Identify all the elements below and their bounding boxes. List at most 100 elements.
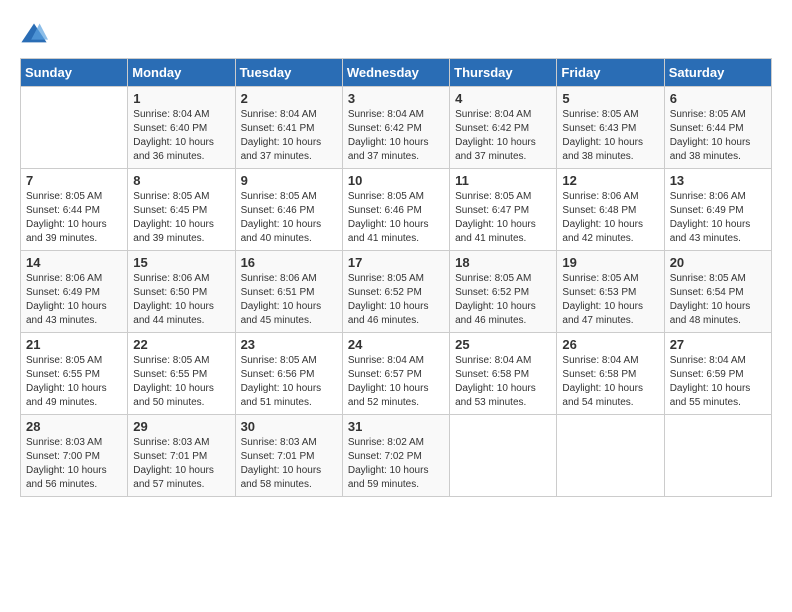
logo [20, 20, 52, 48]
day-number: 2 [241, 91, 337, 106]
calendar-cell: 20Sunrise: 8:05 AMSunset: 6:54 PMDayligh… [664, 251, 771, 333]
calendar-cell: 10 Sunrise: 8:05 AMSunset: 6:46 PMDayligh… [342, 169, 449, 251]
day-number: 19 [562, 255, 658, 270]
day-number: 31 [348, 419, 444, 434]
calendar-cell: 17 Sunrise: 8:05 AMSunset: 6:52 PMDayligh… [342, 251, 449, 333]
calendar-week-row: 14 Sunrise: 8:06 AMSunset: 6:49 PMDayligh… [21, 251, 772, 333]
day-number: 8 [133, 173, 229, 188]
day-info: Sunrise: 8:06 AMSunset: 6:50 PMDaylight:… [133, 272, 229, 328]
day-info: Sunrise: 8:06 AMSunset: 6:48 PMDaylight:… [562, 190, 658, 246]
day-number: 11 [455, 173, 551, 188]
day-info: Sunrise: 8:04 AMSunset: 6:40 PMDaylight:… [133, 108, 229, 164]
calendar-cell: 16 Sunrise: 8:06 AMSunset: 6:51 PMDayligh… [235, 251, 342, 333]
day-info: Sunrise: 8:05 AMSunset: 6:46 PMDaylight:… [348, 190, 444, 246]
day-number: 26 [562, 337, 658, 352]
day-info: Sunrise: 8:03 AMSunset: 7:01 PMDaylight:… [133, 436, 229, 492]
calendar-cell: 23 Sunrise: 8:05 AMSunset: 6:56 PMDayligh… [235, 333, 342, 415]
day-info: Sunrise: 8:06 AMSunset: 6:51 PMDaylight:… [241, 272, 337, 328]
day-info: Sunrise: 8:04 AMSunset: 6:57 PMDaylight:… [348, 354, 444, 410]
day-number: 28 [26, 419, 122, 434]
calendar-cell: 1 Sunrise: 8:04 AMSunset: 6:40 PMDaylight… [128, 87, 235, 169]
day-info: Sunrise: 8:05 AMSunset: 6:55 PMDaylight:… [26, 354, 122, 410]
day-number: 10 [348, 173, 444, 188]
weekday-header-row: SundayMondayTuesdayWednesdayThursdayFrid… [21, 59, 772, 87]
calendar-cell: 14 Sunrise: 8:06 AMSunset: 6:49 PMDayligh… [21, 251, 128, 333]
day-info: Sunrise: 8:04 AMSunset: 6:58 PMDaylight:… [455, 354, 551, 410]
day-number: 25 [455, 337, 551, 352]
day-number: 3 [348, 91, 444, 106]
calendar-cell: 13Sunrise: 8:06 AMSunset: 6:49 PMDayligh… [664, 169, 771, 251]
weekday-header: Saturday [664, 59, 771, 87]
calendar-body: 1 Sunrise: 8:04 AMSunset: 6:40 PMDaylight… [21, 87, 772, 497]
day-info: Sunrise: 8:03 AMSunset: 7:01 PMDaylight:… [241, 436, 337, 492]
calendar-cell: 5 Sunrise: 8:05 AMSunset: 6:43 PMDaylight… [557, 87, 664, 169]
day-number: 6 [670, 91, 766, 106]
day-info: Sunrise: 8:05 AMSunset: 6:44 PMDaylight:… [670, 108, 766, 164]
day-info: Sunrise: 8:04 AMSunset: 6:42 PMDaylight:… [455, 108, 551, 164]
calendar-cell [21, 87, 128, 169]
calendar-cell: 7Sunrise: 8:05 AMSunset: 6:44 PMDaylight… [21, 169, 128, 251]
day-number: 30 [241, 419, 337, 434]
calendar-cell [664, 415, 771, 497]
calendar-cell: 26 Sunrise: 8:04 AMSunset: 6:58 PMDayligh… [557, 333, 664, 415]
day-info: Sunrise: 8:05 AMSunset: 6:56 PMDaylight:… [241, 354, 337, 410]
day-info: Sunrise: 8:03 AMSunset: 7:00 PMDaylight:… [26, 436, 122, 492]
day-number: 23 [241, 337, 337, 352]
day-number: 13 [670, 173, 766, 188]
day-info: Sunrise: 8:02 AMSunset: 7:02 PMDaylight:… [348, 436, 444, 492]
calendar-cell: 31 Sunrise: 8:02 AMSunset: 7:02 PMDayligh… [342, 415, 449, 497]
day-info: Sunrise: 8:05 AMSunset: 6:45 PMDaylight:… [133, 190, 229, 246]
day-number: 27 [670, 337, 766, 352]
weekday-header: Tuesday [235, 59, 342, 87]
calendar-cell: 11Sunrise: 8:05 AMSunset: 6:47 PMDayligh… [450, 169, 557, 251]
day-number: 9 [241, 173, 337, 188]
calendar-cell [557, 415, 664, 497]
day-number: 7 [26, 173, 122, 188]
day-info: Sunrise: 8:04 AMSunset: 6:59 PMDaylight:… [670, 354, 766, 410]
day-number: 22 [133, 337, 229, 352]
weekday-header: Wednesday [342, 59, 449, 87]
calendar-cell: 30 Sunrise: 8:03 AMSunset: 7:01 PMDayligh… [235, 415, 342, 497]
day-number: 20 [670, 255, 766, 270]
weekday-header: Sunday [21, 59, 128, 87]
logo-icon [20, 20, 48, 48]
day-info: Sunrise: 8:04 AMSunset: 6:42 PMDaylight:… [348, 108, 444, 164]
calendar-cell: 3 Sunrise: 8:04 AMSunset: 6:42 PMDaylight… [342, 87, 449, 169]
calendar-week-row: 7Sunrise: 8:05 AMSunset: 6:44 PMDaylight… [21, 169, 772, 251]
day-info: Sunrise: 8:04 AMSunset: 6:58 PMDaylight:… [562, 354, 658, 410]
day-number: 17 [348, 255, 444, 270]
calendar-cell: 28 Sunrise: 8:03 AMSunset: 7:00 PMDayligh… [21, 415, 128, 497]
page-header [20, 20, 772, 48]
calendar-cell: 4 Sunrise: 8:04 AMSunset: 6:42 PMDaylight… [450, 87, 557, 169]
calendar-cell: 22 Sunrise: 8:05 AMSunset: 6:55 PMDayligh… [128, 333, 235, 415]
day-number: 16 [241, 255, 337, 270]
day-info: Sunrise: 8:04 AMSunset: 6:41 PMDaylight:… [241, 108, 337, 164]
calendar-cell: 29 Sunrise: 8:03 AMSunset: 7:01 PMDayligh… [128, 415, 235, 497]
day-info: Sunrise: 8:05 AMSunset: 6:46 PMDaylight:… [241, 190, 337, 246]
day-number: 29 [133, 419, 229, 434]
calendar-cell [450, 415, 557, 497]
day-info: Sunrise: 8:05 AMSunset: 6:55 PMDaylight:… [133, 354, 229, 410]
day-number: 12 [562, 173, 658, 188]
calendar-cell: 19Sunrise: 8:05 AMSunset: 6:53 PMDayligh… [557, 251, 664, 333]
calendar-cell: 15 Sunrise: 8:06 AMSunset: 6:50 PMDayligh… [128, 251, 235, 333]
calendar-cell: 9 Sunrise: 8:05 AMSunset: 6:46 PMDaylight… [235, 169, 342, 251]
weekday-header: Friday [557, 59, 664, 87]
calendar-week-row: 28 Sunrise: 8:03 AMSunset: 7:00 PMDayligh… [21, 415, 772, 497]
day-number: 4 [455, 91, 551, 106]
day-info: Sunrise: 8:05 AMSunset: 6:52 PMDaylight:… [348, 272, 444, 328]
calendar-cell: 8 Sunrise: 8:05 AMSunset: 6:45 PMDaylight… [128, 169, 235, 251]
calendar-week-row: 1 Sunrise: 8:04 AMSunset: 6:40 PMDaylight… [21, 87, 772, 169]
calendar-week-row: 21Sunrise: 8:05 AMSunset: 6:55 PMDayligh… [21, 333, 772, 415]
day-number: 1 [133, 91, 229, 106]
day-info: Sunrise: 8:05 AMSunset: 6:43 PMDaylight:… [562, 108, 658, 164]
calendar-cell: 24 Sunrise: 8:04 AMSunset: 6:57 PMDayligh… [342, 333, 449, 415]
day-number: 24 [348, 337, 444, 352]
day-number: 14 [26, 255, 122, 270]
weekday-header: Monday [128, 59, 235, 87]
day-number: 15 [133, 255, 229, 270]
calendar-table: SundayMondayTuesdayWednesdayThursdayFrid… [20, 58, 772, 497]
day-info: Sunrise: 8:06 AMSunset: 6:49 PMDaylight:… [26, 272, 122, 328]
weekday-header: Thursday [450, 59, 557, 87]
day-number: 5 [562, 91, 658, 106]
